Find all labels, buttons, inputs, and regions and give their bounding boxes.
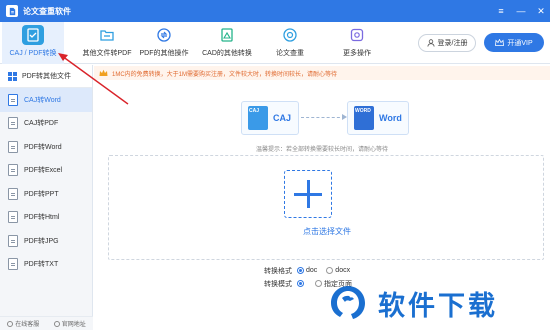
document-icon [8, 234, 18, 247]
mode-radio-all[interactable] [297, 280, 306, 287]
dragon-logo-icon [331, 285, 365, 319]
file-dropzone[interactable]: 点击选择文件 [108, 155, 544, 260]
sidebar-item-caj-to-word[interactable]: CAJ转Word [0, 88, 92, 112]
document-icon [8, 164, 18, 177]
window-controls: ≡ — ✕ [496, 0, 546, 22]
tool-pdf-ops[interactable]: PDF的其他操作 [133, 22, 195, 64]
sidebar-item-pdf-to-excel[interactable]: PDF转Excel [0, 159, 92, 183]
target-format-card: WORD Word [347, 101, 409, 135]
sidebar-item-pdf-to-word[interactable]: PDF转Word [0, 135, 92, 159]
sidebar-item-pdf-to-html[interactable]: PDF转Html [0, 206, 92, 230]
caj-pdf-convert-icon [22, 25, 44, 45]
tool-more[interactable]: 更多操作 [326, 22, 388, 64]
gear-icon [346, 25, 368, 45]
format-radio-doc[interactable]: doc [297, 267, 317, 274]
sidebar-item-label: PDF转Word [24, 143, 62, 151]
globe-icon [53, 320, 60, 327]
menu-icon[interactable]: ≡ [496, 6, 506, 16]
sidebar-item-pdf-to-jpg[interactable]: PDF转JPG [0, 229, 92, 253]
tool-label: 其他文件转PDF [82, 50, 132, 57]
source-format-label: CAJ [273, 113, 292, 123]
online-service-link[interactable]: 在线客服 [7, 319, 39, 328]
tool-label: PDF的其他操作 [139, 50, 189, 57]
user-icon [426, 39, 435, 47]
notice-bar: 1MC内的免费转换，大于1M需要购买注册，文件较大时，转换时间较长，请耐心等待 [94, 66, 550, 80]
notice-text: 1MC内的免费转换，大于1M需要购买注册，文件较大时，转换时间较长，请耐心等待 [112, 71, 338, 78]
tool-label: 更多操作 [343, 50, 371, 57]
brand-watermark: 软件下载 [322, 277, 550, 330]
tool-label: CAJ / PDF转换 [9, 50, 57, 57]
close-icon[interactable]: ✕ [536, 6, 546, 16]
online-service-label: 在线客服 [15, 322, 40, 328]
sidebar-footer: 在线客服 官网地址 [0, 316, 93, 330]
sidebar-item-label: PDF转Excel [24, 167, 63, 175]
sidebar-item-label: CAJ转PDF [24, 120, 59, 128]
add-file-button[interactable] [284, 170, 332, 218]
file-tag: CAJ [249, 108, 260, 114]
folder-icon [96, 25, 118, 45]
sidebar-item-pdf-to-ppt[interactable]: PDF转PPT [0, 182, 92, 206]
pdf-ops-icon [153, 25, 175, 45]
source-format-card: CAJ CAJ [241, 101, 299, 135]
sidebar-item-label: PDF转TXT [24, 261, 59, 269]
format-option-row: 转换格式 doc docx [254, 264, 356, 277]
radio-label: docx [335, 267, 351, 274]
sidebar: PDF转其他文件 CAJ转Word CAJ转PDF PDF转Word PDF转E… [0, 65, 93, 330]
tool-paper-check[interactable]: 论文查重 [259, 22, 321, 64]
word-file-icon: WORD [354, 106, 374, 130]
conversion-flow: CAJ CAJ WORD Word [241, 101, 409, 135]
crown-icon [99, 69, 108, 76]
arrow-right-icon [301, 114, 347, 120]
sidebar-item-label: PDF转JPG [24, 237, 59, 245]
document-icon [8, 258, 18, 271]
tool-label: CAD的其他转换 [202, 50, 252, 57]
tool-other-to-pdf[interactable]: 其他文件转PDF [76, 22, 138, 64]
login-label: 登录/注册 [437, 40, 468, 47]
document-icon [8, 140, 18, 153]
vip-label: 开通VIP [507, 39, 533, 47]
sidebar-item-label: CAJ转Word [24, 96, 61, 104]
brand-text: 软件下载 [378, 291, 498, 322]
sidebar-header: PDF转其他文件 [0, 65, 92, 88]
caj-file-icon: CAJ [248, 106, 268, 130]
sidebar-item-label: PDF转PPT [24, 190, 59, 198]
sidebar-item-pdf-to-txt[interactable]: PDF转TXT [0, 253, 92, 277]
crown-icon [495, 39, 505, 46]
minimize-icon[interactable]: — [516, 6, 526, 16]
sidebar-item-label: PDF转Html [24, 214, 60, 222]
file-tag: WORD [355, 108, 371, 114]
sidebar-header-label: PDF转其他文件 [22, 73, 71, 80]
document-icon [8, 211, 18, 224]
app-logo-icon [6, 5, 18, 17]
plus-icon-stroke [306, 180, 310, 208]
document-icon [8, 117, 18, 130]
tool-cad-convert[interactable]: CAD的其他转换 [196, 22, 258, 64]
format-radio-docx[interactable]: docx [326, 267, 350, 274]
radio-label: doc [306, 267, 318, 274]
sidebar-item-caj-to-pdf[interactable]: CAJ转PDF [0, 112, 92, 136]
tool-caj-pdf-convert[interactable]: CAJ / PDF转换 [2, 22, 64, 64]
tool-label: 论文查重 [276, 50, 304, 57]
target-format-label: Word [379, 113, 402, 123]
select-file-label[interactable]: 点击选择文件 [109, 226, 545, 237]
headset-icon [7, 320, 14, 327]
check-icon [279, 25, 301, 45]
cad-icon [216, 25, 238, 45]
grid-icon [8, 71, 17, 81]
website-label: 官网地址 [61, 322, 86, 328]
login-button[interactable]: 登录/注册 [418, 34, 476, 52]
mode-key: 转换模式 [264, 280, 292, 288]
hint-text: 温馨提示：若全部转换需要较长时间，请耐心等待 [255, 147, 388, 153]
format-key: 转换格式 [264, 267, 292, 275]
app-title: 论文查重软件 [23, 6, 71, 16]
document-icon [8, 187, 18, 200]
document-icon [8, 93, 18, 106]
title-bar: 论文查重软件 ≡ — ✕ [0, 0, 550, 22]
vip-button[interactable]: 开通VIP [484, 33, 544, 52]
website-link[interactable]: 官网地址 [53, 319, 86, 328]
